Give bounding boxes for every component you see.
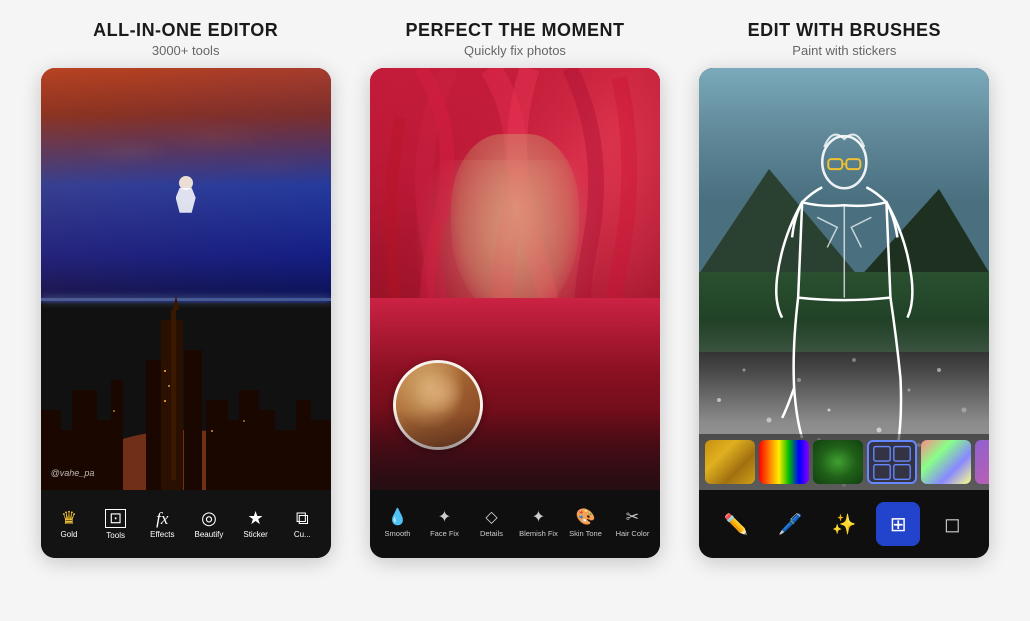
panel-1-subtitle: 3000+ tools — [152, 43, 220, 58]
face-fix-icon: ✦ — [438, 510, 451, 526]
brush-swatch-confetti[interactable] — [921, 440, 971, 484]
toolbar1-tools[interactable]: ⊡ Tools — [97, 509, 135, 540]
toolbar2-face-fix[interactable]: ✦ Face Fix — [424, 510, 464, 538]
skintone-icon: 🎨 — [576, 510, 596, 526]
sticker-active-icon: ⊞ — [890, 512, 907, 537]
panel-3-phone: ✏️ 🖊️ ✨ ⊞ ◻ — [699, 68, 989, 558]
panel-2: PERFECT THE MOMENT Quickly fix photos — [359, 20, 670, 558]
details-icon: ◇ — [485, 510, 497, 526]
panel-3-toolbar: ✏️ 🖊️ ✨ ⊞ ◻ — [699, 490, 989, 558]
panel-1-title: ALL-IN-ONE EDITOR — [93, 20, 278, 41]
panel-3-subtitle: Paint with stickers — [792, 43, 896, 58]
toolbar1-sticker[interactable]: ★ Sticker — [237, 509, 275, 539]
toolbar2-details[interactable]: ◇ Details — [471, 510, 511, 538]
panel-3: EDIT WITH BRUSHES Paint with stickers — [689, 20, 1000, 558]
panel-2-circle-face — [413, 372, 463, 414]
toolbar1-effects[interactable]: fx Effects — [143, 510, 181, 539]
effects-icon: fx — [156, 510, 168, 527]
panel-1-watermark: @vahe_pa — [51, 468, 95, 478]
panel-2-bottom-fade — [370, 410, 660, 490]
pencil-icon: ✏️ — [724, 512, 749, 537]
beautify-icon: ◎ — [201, 509, 217, 527]
toolbar3-sparkle[interactable]: ✨ — [822, 502, 866, 546]
toolbar1-gold[interactable]: ♛ Gold — [50, 509, 88, 539]
sticker-icon: ★ — [248, 509, 264, 527]
panel-1-diver — [171, 176, 201, 226]
panel-2-toolbar: 💧 Smooth ✦ Face Fix ◇ Details ✦ Blemish … — [370, 490, 660, 558]
tools-icon: ⊡ — [105, 509, 126, 528]
smooth-icon: 💧 — [388, 510, 408, 526]
panel-2-face-skin — [451, 134, 579, 318]
toolbar3-pencil[interactable]: ✏️ — [714, 502, 758, 546]
sparkle-icon: ✨ — [832, 512, 857, 537]
toolbar3-eraser[interactable]: ◻ — [930, 502, 974, 546]
brush-swatch-last[interactable] — [975, 440, 989, 484]
panel-2-title: PERFECT THE MOMENT — [405, 20, 624, 41]
main-container: ALL-IN-ONE EDITOR 3000+ tools — [0, 0, 1030, 621]
crown-icon: ♛ — [61, 509, 77, 527]
toolbar1-cube[interactable]: ⧉ Cu... — [283, 509, 321, 539]
panel-3-brushbar — [699, 434, 989, 490]
panel-1-toolbar: ♛ Gold ⊡ Tools fx Effects ◎ Beautify ★ — [41, 490, 331, 558]
toolbar2-skintone[interactable]: 🎨 Skin Tone — [565, 510, 605, 538]
panel-1-phone: @vahe_pa ♛ Gold ⊡ Tools fx Effects ◎ Bea… — [41, 68, 331, 558]
marker-icon: 🖊️ — [778, 512, 803, 537]
toolbar2-smooth[interactable]: 💧 Smooth — [377, 510, 417, 538]
panel-2-subtitle: Quickly fix photos — [464, 43, 566, 58]
brush-swatch-selected[interactable] — [867, 440, 917, 484]
panel-2-phone: 💧 Smooth ✦ Face Fix ◇ Details ✦ Blemish … — [370, 68, 660, 558]
toolbar2-haircolor[interactable]: ✂ Hair Color — [612, 510, 652, 538]
panel-1-cityscape — [41, 290, 331, 490]
panel-3-title: EDIT WITH BRUSHES — [748, 20, 942, 41]
haircolor-icon: ✂ — [626, 510, 639, 526]
brush-swatch-green[interactable] — [813, 440, 863, 484]
brush-swatch-rainbow[interactable] — [759, 440, 809, 484]
toolbar2-blemish[interactable]: ✦ Blemish Fix — [518, 510, 558, 538]
blemish-icon: ✦ — [532, 510, 545, 526]
toolbar3-marker[interactable]: 🖊️ — [768, 502, 812, 546]
brush-swatch-gold[interactable] — [705, 440, 755, 484]
panel-1: ALL-IN-ONE EDITOR 3000+ tools — [30, 20, 341, 558]
eraser-icon: ◻ — [944, 512, 961, 537]
cube-icon: ⧉ — [296, 509, 309, 527]
toolbar3-sticker[interactable]: ⊞ — [876, 502, 920, 546]
toolbar1-beautify[interactable]: ◎ Beautify — [190, 509, 228, 539]
